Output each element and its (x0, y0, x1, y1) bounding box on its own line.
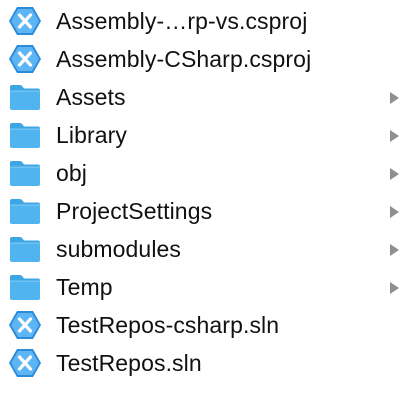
folder-name: Temp (56, 274, 113, 300)
folder-icon (8, 234, 42, 264)
folder-row-submodules[interactable]: submodules (0, 230, 408, 268)
folder-row-assets[interactable]: Assets (0, 78, 408, 116)
folder-name: submodules (56, 236, 182, 262)
folder-icon (8, 120, 42, 150)
chevron-right-icon (388, 243, 400, 257)
visual-studio-solution-icon (8, 348, 42, 378)
finder-column: Assembly-…rp-vs.csproj Assembly-CSharp.c… (0, 0, 408, 410)
chevron-right-icon (388, 91, 400, 105)
folder-name: Assets (56, 84, 126, 110)
file-row-testrepos-sln[interactable]: TestRepos.sln (0, 344, 408, 382)
folder-row-temp[interactable]: Temp (0, 268, 408, 306)
visual-studio-solution-icon (8, 310, 42, 340)
file-list: Assembly-…rp-vs.csproj Assembly-CSharp.c… (0, 2, 408, 382)
folder-icon (8, 272, 42, 302)
folder-icon (8, 196, 42, 226)
chevron-right-icon (388, 129, 400, 143)
folder-row-obj[interactable]: obj (0, 154, 408, 192)
file-name: Assembly-…rp-vs.csproj (56, 8, 308, 34)
folder-row-library[interactable]: Library (0, 116, 408, 154)
folder-name: obj (56, 160, 87, 186)
file-name: TestRepos.sln (56, 350, 202, 376)
chevron-right-icon (388, 167, 400, 181)
chevron-right-icon (388, 205, 400, 219)
file-name: TestRepos-csharp.sln (56, 312, 280, 338)
file-name: Assembly-CSharp.csproj (56, 46, 312, 72)
folder-row-projectsettings[interactable]: ProjectSettings (0, 192, 408, 230)
folder-icon (8, 158, 42, 188)
visual-studio-project-icon (8, 6, 42, 36)
file-row-testrepos-csharp-sln[interactable]: TestRepos-csharp.sln (0, 306, 408, 344)
chevron-right-icon (388, 281, 400, 295)
file-row-assembly-vs-csproj[interactable]: Assembly-…rp-vs.csproj (0, 2, 408, 40)
folder-name: Library (56, 122, 128, 148)
folder-icon (8, 82, 42, 112)
file-row-assembly-csharp-csproj[interactable]: Assembly-CSharp.csproj (0, 40, 408, 78)
visual-studio-project-icon (8, 44, 42, 74)
folder-name: ProjectSettings (56, 198, 213, 224)
